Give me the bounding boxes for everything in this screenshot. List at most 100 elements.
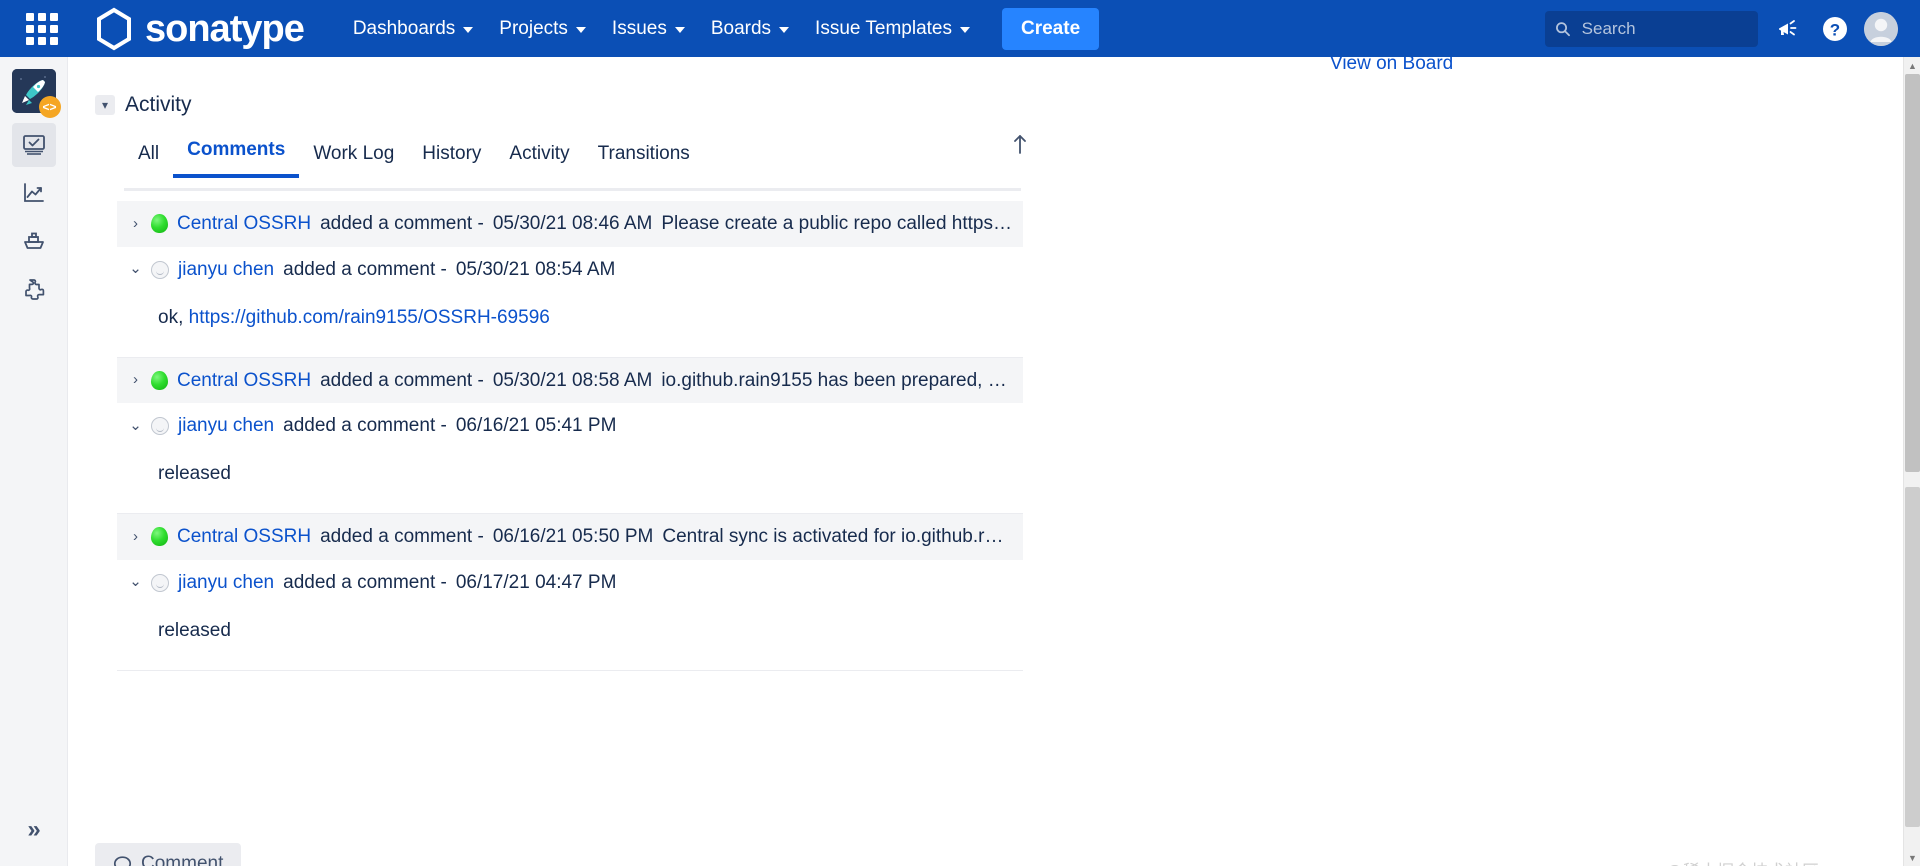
nav-items: Dashboards Projects Issues Boards Issue …	[342, 7, 1100, 50]
comment-timestamp: 05/30/21 08:58 AM	[492, 369, 653, 391]
comment-item[interactable]: › Central OSSRH added a comment - 06/16/…	[117, 514, 1023, 560]
comment-item[interactable]: › Central OSSRH added a comment - 05/30/…	[117, 201, 1023, 247]
grey-avatar-icon	[151, 417, 169, 436]
chevron-down-icon	[674, 27, 685, 33]
comment-author[interactable]: jianyu chen	[178, 414, 274, 438]
grey-avatar-icon	[151, 260, 169, 279]
tab-comments[interactable]: Comments	[173, 133, 300, 178]
megaphone-icon[interactable]	[1768, 10, 1806, 48]
tab-transitions[interactable]: Transitions	[584, 137, 704, 178]
sort-order-button[interactable]	[1003, 127, 1037, 161]
double-chevron-right-icon[interactable]: »	[0, 808, 68, 852]
sidebar-item-reports[interactable]	[12, 171, 56, 215]
comment-header[interactable]: ⌄ jianyu chen added a comment - 06/16/21…	[117, 403, 1023, 449]
comment-author[interactable]: jianyu chen	[178, 571, 274, 595]
nav-item-label: Issues	[611, 17, 667, 39]
comment-bubble-icon	[113, 855, 132, 866]
chevron-down-icon[interactable]: ⌄	[129, 573, 142, 592]
comment-action: added a comment -	[283, 258, 447, 280]
search-input[interactable]	[1579, 17, 1748, 40]
caret-down-icon[interactable]: ▼	[1904, 849, 1920, 866]
comment-timestamp: 06/16/21 05:50 PM	[492, 526, 654, 547]
nav-item-label: Boards	[710, 17, 772, 39]
tab-all[interactable]: All	[124, 137, 173, 178]
comment-author[interactable]: Central OSSRH	[177, 369, 311, 393]
add-comment-label: Comment	[141, 853, 224, 866]
comment-header[interactable]: ⌄ jianyu chen added a comment - 06/17/21…	[117, 560, 1023, 606]
chevron-down-icon	[463, 27, 474, 33]
add-comment-button[interactable]: Comment	[95, 843, 242, 866]
activity-tabs: All Comments Work Log History Activity T…	[124, 133, 1024, 178]
nav-item-dashboards[interactable]: Dashboards	[342, 9, 484, 49]
comment-preview: Central sync is activated for io.github.…	[662, 526, 1013, 547]
brand-logo[interactable]: sonatype	[94, 7, 305, 51]
tab-activity[interactable]: Activity	[495, 137, 583, 178]
rocket-project-icon[interactable]: <>	[11, 69, 61, 118]
brand-name: sonatype	[145, 7, 305, 50]
comment-item[interactable]: ⌄ jianyu chen added a comment - 06/17/21…	[117, 560, 1023, 671]
chevron-down-icon	[779, 27, 790, 33]
comment-body-link[interactable]: https://github.com/rain9155/OSSRH-69596	[189, 307, 550, 328]
search-icon	[1556, 21, 1570, 36]
comment-preview: Please create a public repo called https…	[661, 213, 1013, 234]
caret-up-icon[interactable]: ▲	[1904, 57, 1920, 74]
question-circle-icon[interactable]: ?	[1816, 10, 1854, 48]
tab-work-log[interactable]: Work Log	[299, 137, 408, 178]
create-button[interactable]: Create	[1002, 7, 1100, 50]
comment-header[interactable]: › Central OSSRH added a comment - 06/16/…	[117, 514, 1023, 560]
comment-item[interactable]: ⌄ jianyu chen added a comment - 06/16/21…	[117, 403, 1023, 514]
chevron-right-icon[interactable]: ›	[129, 528, 142, 547]
search-box[interactable]	[1545, 10, 1758, 47]
comment-header[interactable]: › Central OSSRH added a comment - 05/30/…	[117, 358, 1023, 404]
comment-action: added a comment -	[320, 526, 484, 547]
left-sidebar: <> »	[0, 57, 68, 866]
comment-action: added a comment -	[320, 369, 484, 391]
comment-author[interactable]: jianyu chen	[178, 258, 274, 282]
comment-header[interactable]: ⌄ jianyu chen added a comment - 05/30/21…	[117, 247, 1023, 293]
grid-apps-icon[interactable]	[22, 9, 62, 49]
activity-title: Activity	[125, 93, 192, 116]
nav-item-label: Issue Templates	[815, 17, 952, 39]
nav-item-projects[interactable]: Projects	[488, 9, 597, 49]
comment-action: added a comment -	[320, 213, 484, 234]
hexagon-logo-icon	[97, 7, 131, 50]
code-badge-icon: <>	[38, 96, 61, 118]
comment-item[interactable]: › Central OSSRH added a comment - 05/30/…	[117, 357, 1023, 404]
comment-author[interactable]: Central OSSRH	[177, 525, 311, 549]
nav-item-label: Dashboards	[352, 17, 456, 39]
comment-body: released	[117, 449, 1023, 514]
chevron-down-icon[interactable]: ▾	[95, 95, 115, 115]
nav-right-group: ?	[1545, 10, 1898, 48]
comment-timestamp: 06/17/21 04:47 PM	[455, 571, 617, 593]
grey-avatar-icon	[151, 573, 169, 592]
vertical-scrollbar[interactable]: ▲ ▼	[1903, 57, 1920, 866]
comment-timestamp: 06/16/21 05:41 PM	[455, 415, 617, 437]
user-avatar-icon[interactable]	[1864, 11, 1898, 46]
chevron-down-icon[interactable]: ⌄	[129, 417, 142, 436]
scrollbar-thumb-lower[interactable]	[1905, 487, 1920, 827]
comment-action: added a comment -	[283, 571, 447, 593]
activity-section-header: ▾ Activity	[95, 93, 192, 117]
scrollbar-thumb-upper[interactable]	[1905, 74, 1920, 472]
nav-item-issue-templates[interactable]: Issue Templates	[804, 9, 981, 49]
nav-item-boards[interactable]: Boards	[700, 9, 800, 49]
kanban-board-icon	[22, 135, 45, 155]
sidebar-item-apps[interactable]	[12, 267, 56, 311]
view-on-board-link[interactable]: View on Board	[1330, 57, 1453, 74]
sidebar-item-board[interactable]	[11, 123, 56, 167]
nav-item-issues[interactable]: Issues	[601, 9, 696, 49]
watermark: @稀土掘金技术社区	[1666, 857, 1819, 866]
comment-body: released	[117, 606, 1023, 671]
comment-author[interactable]: Central OSSRH	[177, 212, 311, 236]
chevron-right-icon[interactable]: ›	[129, 215, 142, 234]
comment-item[interactable]: ⌄ jianyu chen added a comment - 05/30/21…	[117, 247, 1023, 358]
green-avatar-icon	[151, 370, 168, 390]
tabs-underline	[124, 188, 1021, 191]
top-navigation-bar: sonatype Dashboards Projects Issues Boar…	[0, 0, 1920, 57]
sidebar-item-releases[interactable]	[12, 219, 56, 263]
comment-header[interactable]: › Central OSSRH added a comment - 05/30/…	[117, 201, 1023, 247]
comment-body-text: ok,	[158, 306, 189, 328]
chevron-right-icon[interactable]: ›	[129, 371, 142, 390]
tab-history[interactable]: History	[408, 137, 495, 178]
chevron-down-icon[interactable]: ⌄	[129, 260, 142, 279]
